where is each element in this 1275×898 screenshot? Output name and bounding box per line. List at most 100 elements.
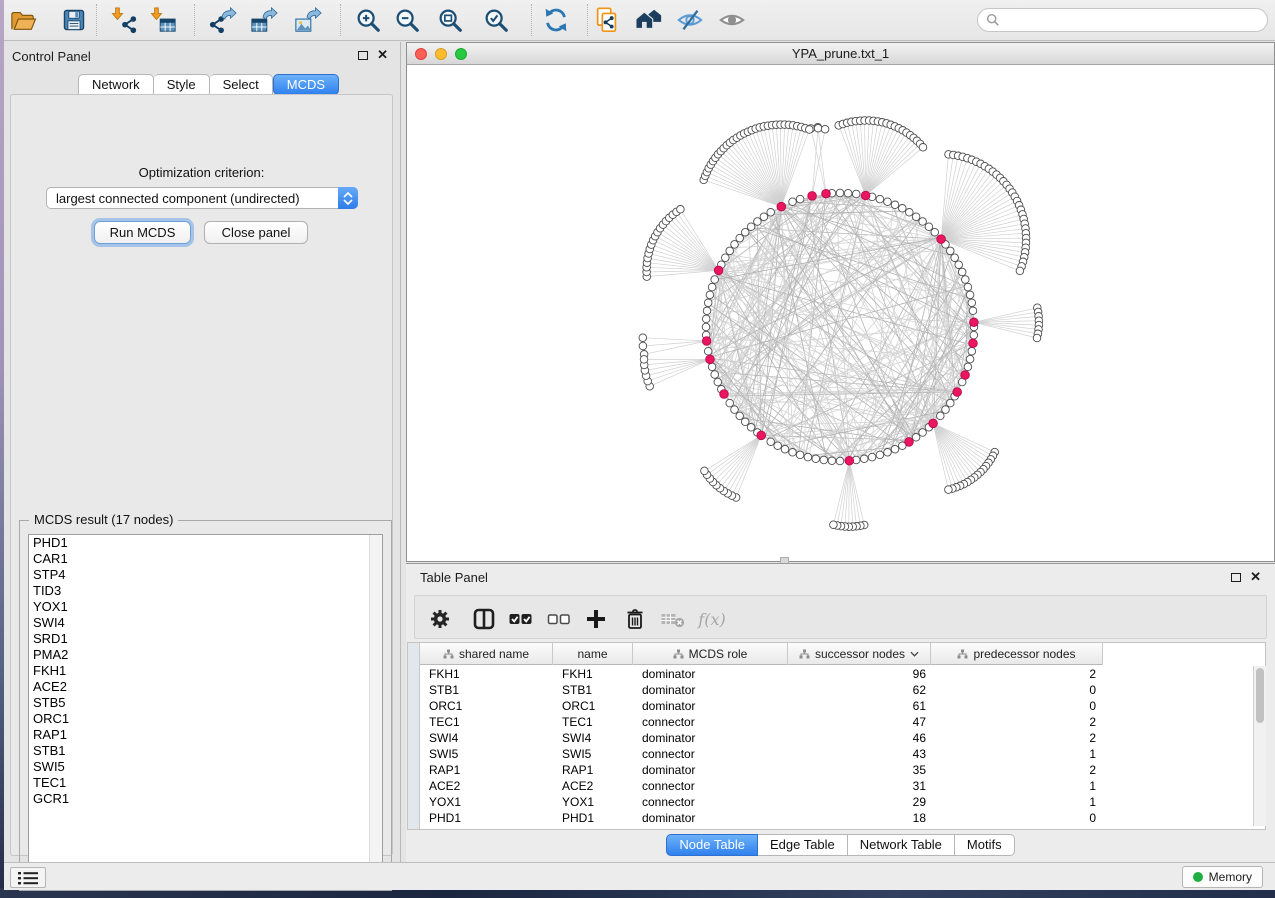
column-header-predecessor-nodes[interactable]: predecessor nodes xyxy=(931,643,1103,665)
table-cell[interactable]: connector xyxy=(633,714,788,730)
search-field[interactable] xyxy=(977,8,1268,32)
table-cell[interactable]: 62 xyxy=(788,682,931,698)
table-cell[interactable]: SWI5 xyxy=(420,746,553,762)
mcds-result-item[interactable]: STB1 xyxy=(29,743,382,759)
table-cell[interactable]: TEC1 xyxy=(553,714,633,730)
mcds-result-item[interactable]: TID3 xyxy=(29,583,382,599)
show-panel-eye-icon[interactable] xyxy=(717,5,747,35)
tab-network[interactable]: Network xyxy=(78,74,154,95)
mcds-result-item[interactable]: PMA2 xyxy=(29,647,382,663)
table-cell[interactable]: 46 xyxy=(788,730,931,746)
table-cell[interactable]: connector xyxy=(633,746,788,762)
mcds-result-item[interactable]: ORC1 xyxy=(29,711,382,727)
table-cell[interactable]: YOX1 xyxy=(420,794,553,810)
table-cell[interactable]: ACE2 xyxy=(420,778,553,794)
table-cell[interactable]: SWI4 xyxy=(553,730,633,746)
select-all-icon[interactable] xyxy=(508,606,534,632)
hide-panel-eye-slash-icon[interactable] xyxy=(675,5,705,35)
table-cell[interactable]: 31 xyxy=(788,778,931,794)
table-row[interactable]: TEC1TEC1connector472 xyxy=(420,714,1103,730)
homes-icon[interactable] xyxy=(634,5,664,35)
table-row[interactable]: SWI5SWI5connector431 xyxy=(420,746,1103,762)
mcds-result-item[interactable]: ACE2 xyxy=(29,679,382,695)
result-list-scrollbar[interactable] xyxy=(369,535,382,883)
tab-edge-table[interactable]: Edge Table xyxy=(758,834,848,856)
table-cell[interactable]: dominator xyxy=(633,666,788,682)
table-row[interactable]: YOX1YOX1connector291 xyxy=(420,794,1103,810)
table-cell[interactable]: 2 xyxy=(931,714,1103,730)
mcds-result-list[interactable]: PHD1CAR1STP4TID3YOX1SWI4SRD1PMA2FKH1ACE2… xyxy=(28,534,383,884)
table-cell[interactable]: 18 xyxy=(788,810,931,826)
tab-mcds[interactable]: MCDS xyxy=(273,74,339,95)
table-cell[interactable]: dominator xyxy=(633,682,788,698)
network-canvas[interactable] xyxy=(407,65,1274,561)
table-cell[interactable]: 29 xyxy=(788,794,931,810)
column-header-name[interactable]: name xyxy=(553,643,633,665)
zoom-fit-icon[interactable] xyxy=(435,5,465,35)
zoom-selected-icon[interactable] xyxy=(481,5,511,35)
table-cell[interactable]: connector xyxy=(633,794,788,810)
mcds-result-item[interactable]: FKH1 xyxy=(29,663,382,679)
mcds-result-item[interactable]: SRD1 xyxy=(29,631,382,647)
mcds-result-item[interactable]: PHD1 xyxy=(29,535,382,551)
close-panel-icon[interactable]: ✕ xyxy=(377,50,388,60)
table-cell[interactable]: ORC1 xyxy=(553,698,633,714)
add-row-icon[interactable] xyxy=(583,606,609,632)
save-session-icon[interactable] xyxy=(59,5,89,35)
memory-button[interactable]: Memory xyxy=(1182,866,1263,888)
table-row[interactable]: ORC1ORC1dominator610 xyxy=(420,698,1103,714)
show-columns-icon[interactable] xyxy=(471,606,497,632)
tab-node-table[interactable]: Node Table xyxy=(666,834,758,856)
float-table-panel-icon[interactable] xyxy=(1231,573,1241,582)
mcds-result-item[interactable]: TEC1 xyxy=(29,775,382,791)
table-cell[interactable]: PHD1 xyxy=(420,810,553,826)
table-cell[interactable]: FKH1 xyxy=(553,666,633,682)
table-cell[interactable]: 1 xyxy=(931,746,1103,762)
table-cell[interactable]: 0 xyxy=(931,810,1103,826)
mcds-result-item[interactable]: STP4 xyxy=(29,567,382,583)
table-cell[interactable]: 2 xyxy=(931,762,1103,778)
mcds-result-item[interactable]: CAR1 xyxy=(29,551,382,567)
table-row[interactable]: ACE2ACE2connector311 xyxy=(420,778,1103,794)
table-row[interactable]: FKH1FKH1dominator962 xyxy=(420,666,1103,682)
delete-row-trash-icon[interactable] xyxy=(622,606,648,632)
task-history-button[interactable] xyxy=(10,867,46,888)
table-cell[interactable]: 35 xyxy=(788,762,931,778)
open-session-icon[interactable] xyxy=(8,5,38,35)
table-row[interactable]: RAP1RAP1dominator352 xyxy=(420,762,1103,778)
table-scrollbar-thumb[interactable] xyxy=(1256,668,1264,723)
settings-gear-icon[interactable] xyxy=(427,606,453,632)
search-input[interactable] xyxy=(1004,13,1267,27)
mcds-result-item[interactable]: SWI5 xyxy=(29,759,382,775)
export-image-icon[interactable] xyxy=(293,5,323,35)
table-cell[interactable]: ORC1 xyxy=(420,698,553,714)
table-row[interactable]: PHD1PHD1dominator180 xyxy=(420,810,1103,826)
float-panel-icon[interactable] xyxy=(358,51,368,60)
table-cell[interactable]: 0 xyxy=(931,698,1103,714)
mcds-result-item[interactable]: STB5 xyxy=(29,695,382,711)
column-header-shared-name[interactable]: shared name xyxy=(420,643,553,665)
column-header-successor-nodes[interactable]: successor nodes xyxy=(788,643,931,665)
clone-network-icon[interactable] xyxy=(592,5,622,35)
table-row[interactable]: STB1STB1dominator620 xyxy=(420,682,1103,698)
import-network-icon[interactable] xyxy=(109,5,139,35)
table-cell[interactable]: PHD1 xyxy=(553,810,633,826)
table-cell[interactable]: STB1 xyxy=(553,682,633,698)
run-mcds-button[interactable]: Run MCDS xyxy=(94,221,191,244)
table-cell[interactable]: RAP1 xyxy=(420,762,553,778)
column-header-mcds-role[interactable]: MCDS role xyxy=(633,643,788,665)
tab-motifs[interactable]: Motifs xyxy=(955,834,1015,856)
table-scrollbar[interactable] xyxy=(1253,666,1266,826)
tab-network-table[interactable]: Network Table xyxy=(848,834,955,856)
table-cell[interactable]: dominator xyxy=(633,730,788,746)
import-table-icon[interactable] xyxy=(148,5,178,35)
unselect-all-icon[interactable] xyxy=(546,606,572,632)
table-cell[interactable]: 1 xyxy=(931,794,1103,810)
zoom-out-icon[interactable] xyxy=(392,5,422,35)
zoom-in-icon[interactable] xyxy=(353,5,383,35)
table-cell[interactable]: TEC1 xyxy=(420,714,553,730)
table-cell[interactable]: 61 xyxy=(788,698,931,714)
table-cell[interactable]: SWI5 xyxy=(553,746,633,762)
mcds-result-item[interactable]: YOX1 xyxy=(29,599,382,615)
table-row[interactable]: SWI4SWI4dominator462 xyxy=(420,730,1103,746)
